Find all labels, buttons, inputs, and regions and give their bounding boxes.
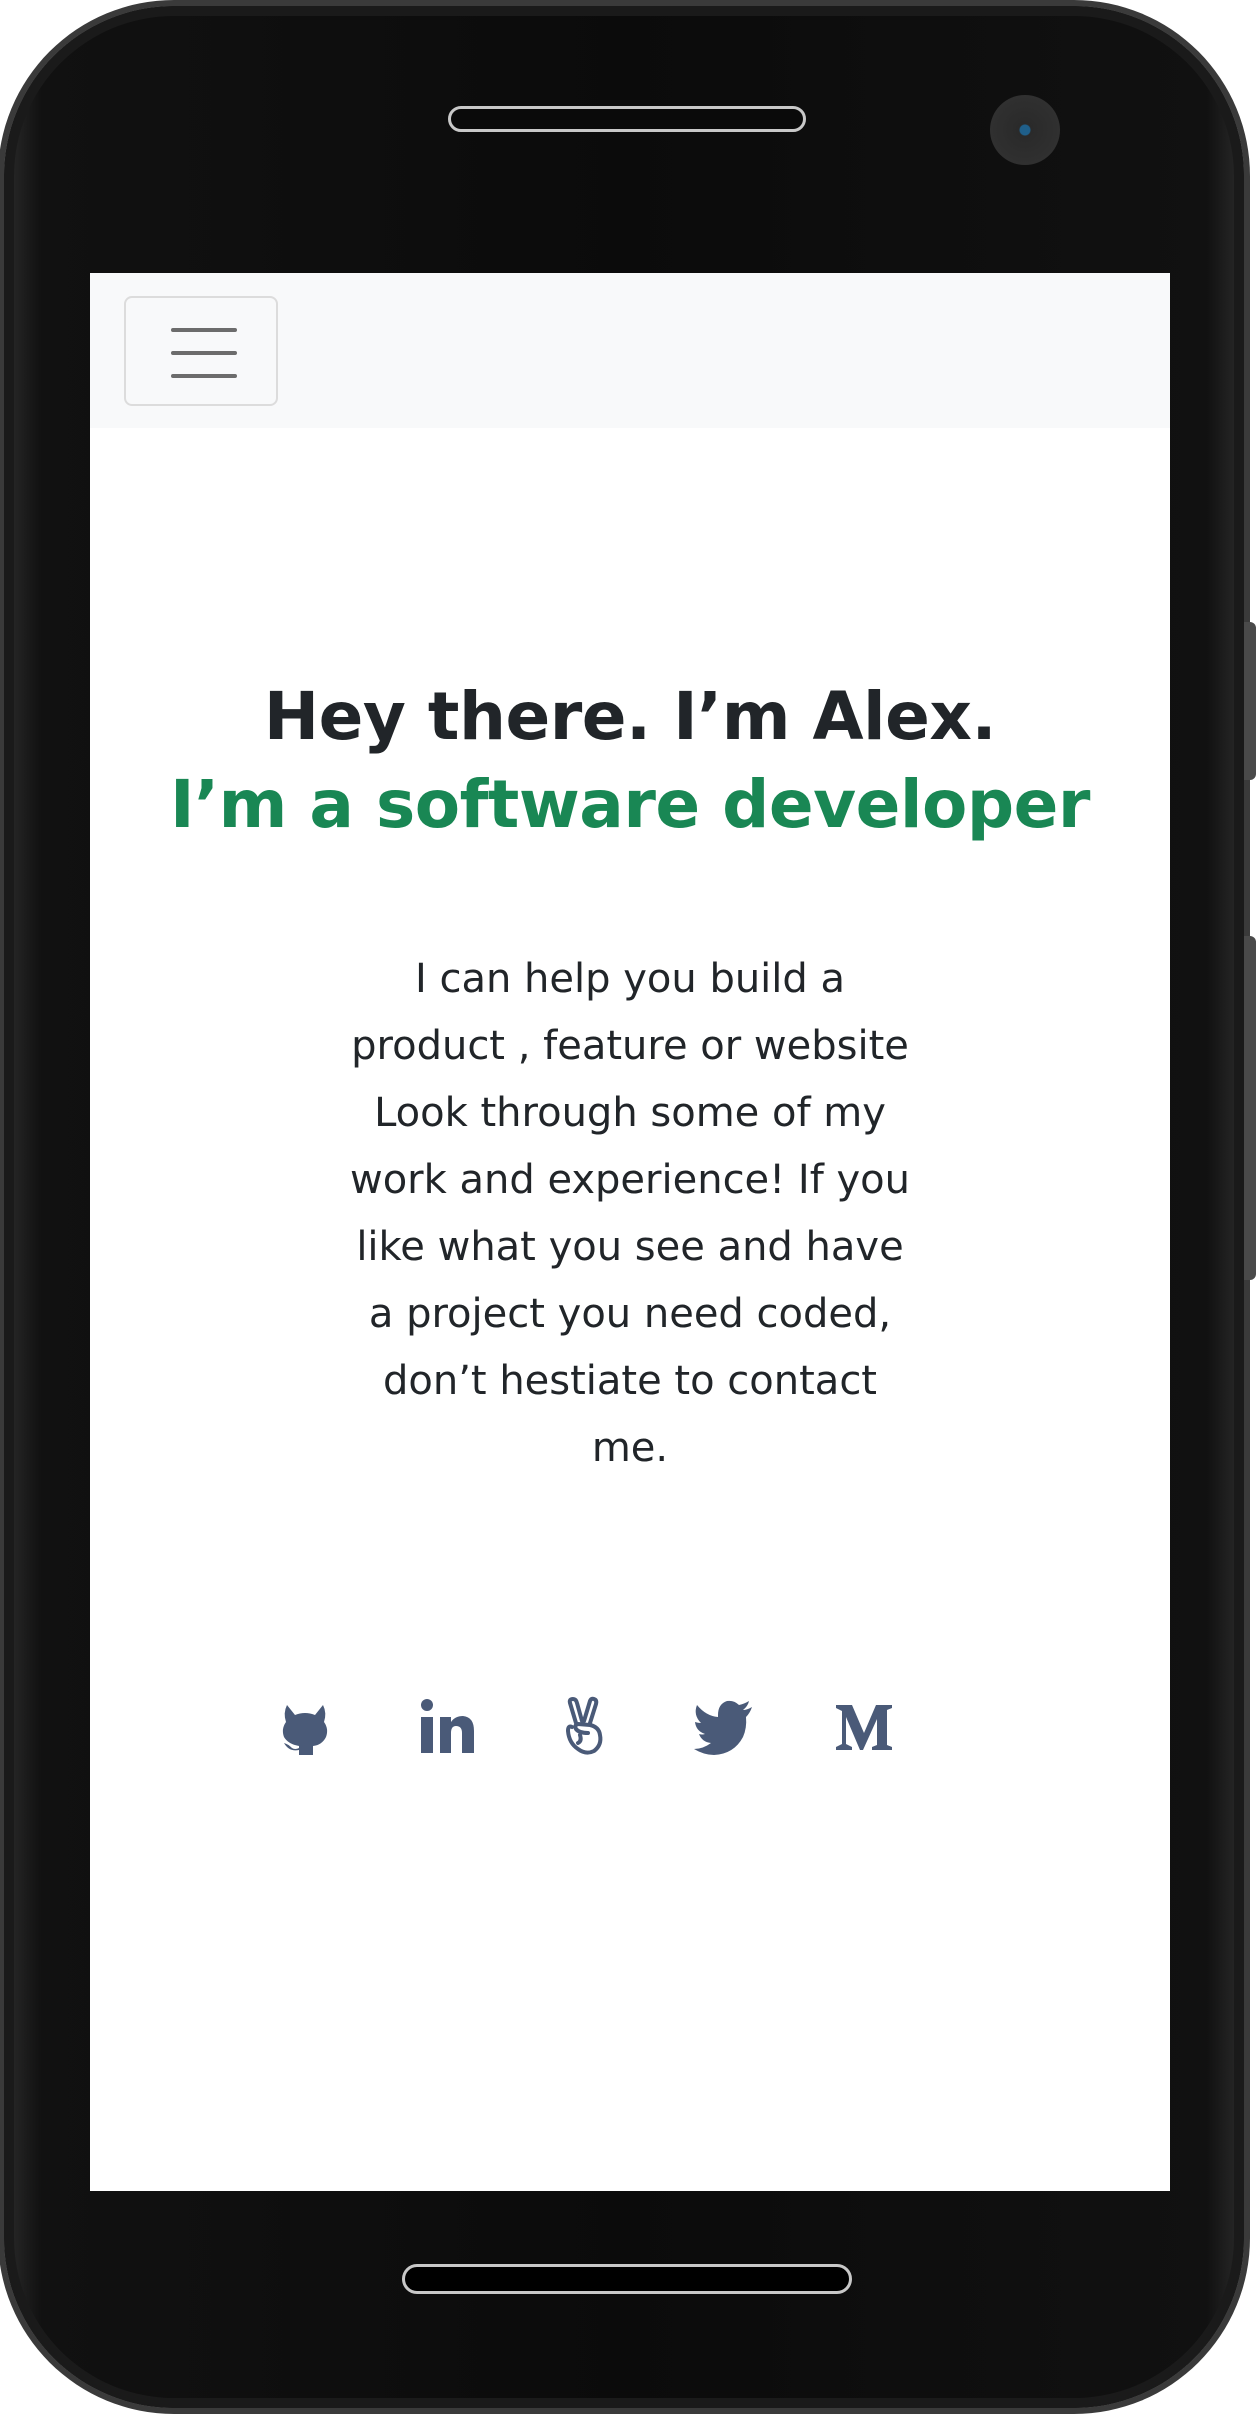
navbar	[90, 273, 1170, 428]
github-icon	[273, 1695, 337, 1759]
front-camera	[990, 95, 1060, 165]
angellist-link[interactable]	[546, 1687, 626, 1767]
power-button	[1244, 936, 1256, 1280]
role-title: I’m a software developer	[170, 766, 1090, 843]
social-links	[90, 1687, 1170, 1777]
twitter-icon	[692, 1695, 756, 1759]
medium-link[interactable]	[824, 1687, 904, 1767]
angellist-icon	[554, 1695, 618, 1759]
menu-toggle-button[interactable]	[124, 296, 278, 406]
twitter-link[interactable]	[684, 1687, 764, 1767]
github-link[interactable]	[265, 1687, 345, 1767]
hero-heading: Hey there. I’m Alex. I’m a software deve…	[90, 673, 1170, 849]
earpiece-speaker	[448, 106, 806, 132]
medium-icon	[832, 1695, 896, 1759]
greeting: Hey there. I’m Alex.	[263, 678, 997, 755]
linkedin-link[interactable]	[408, 1687, 488, 1767]
phone-screen: Hey there. I’m Alex. I’m a software deve…	[90, 273, 1170, 2191]
bottom-speaker	[402, 2264, 852, 2294]
linkedin-icon	[416, 1695, 480, 1759]
hero-description: I can help you build a product , feature…	[349, 956, 911, 1471]
volume-button	[1244, 622, 1256, 780]
